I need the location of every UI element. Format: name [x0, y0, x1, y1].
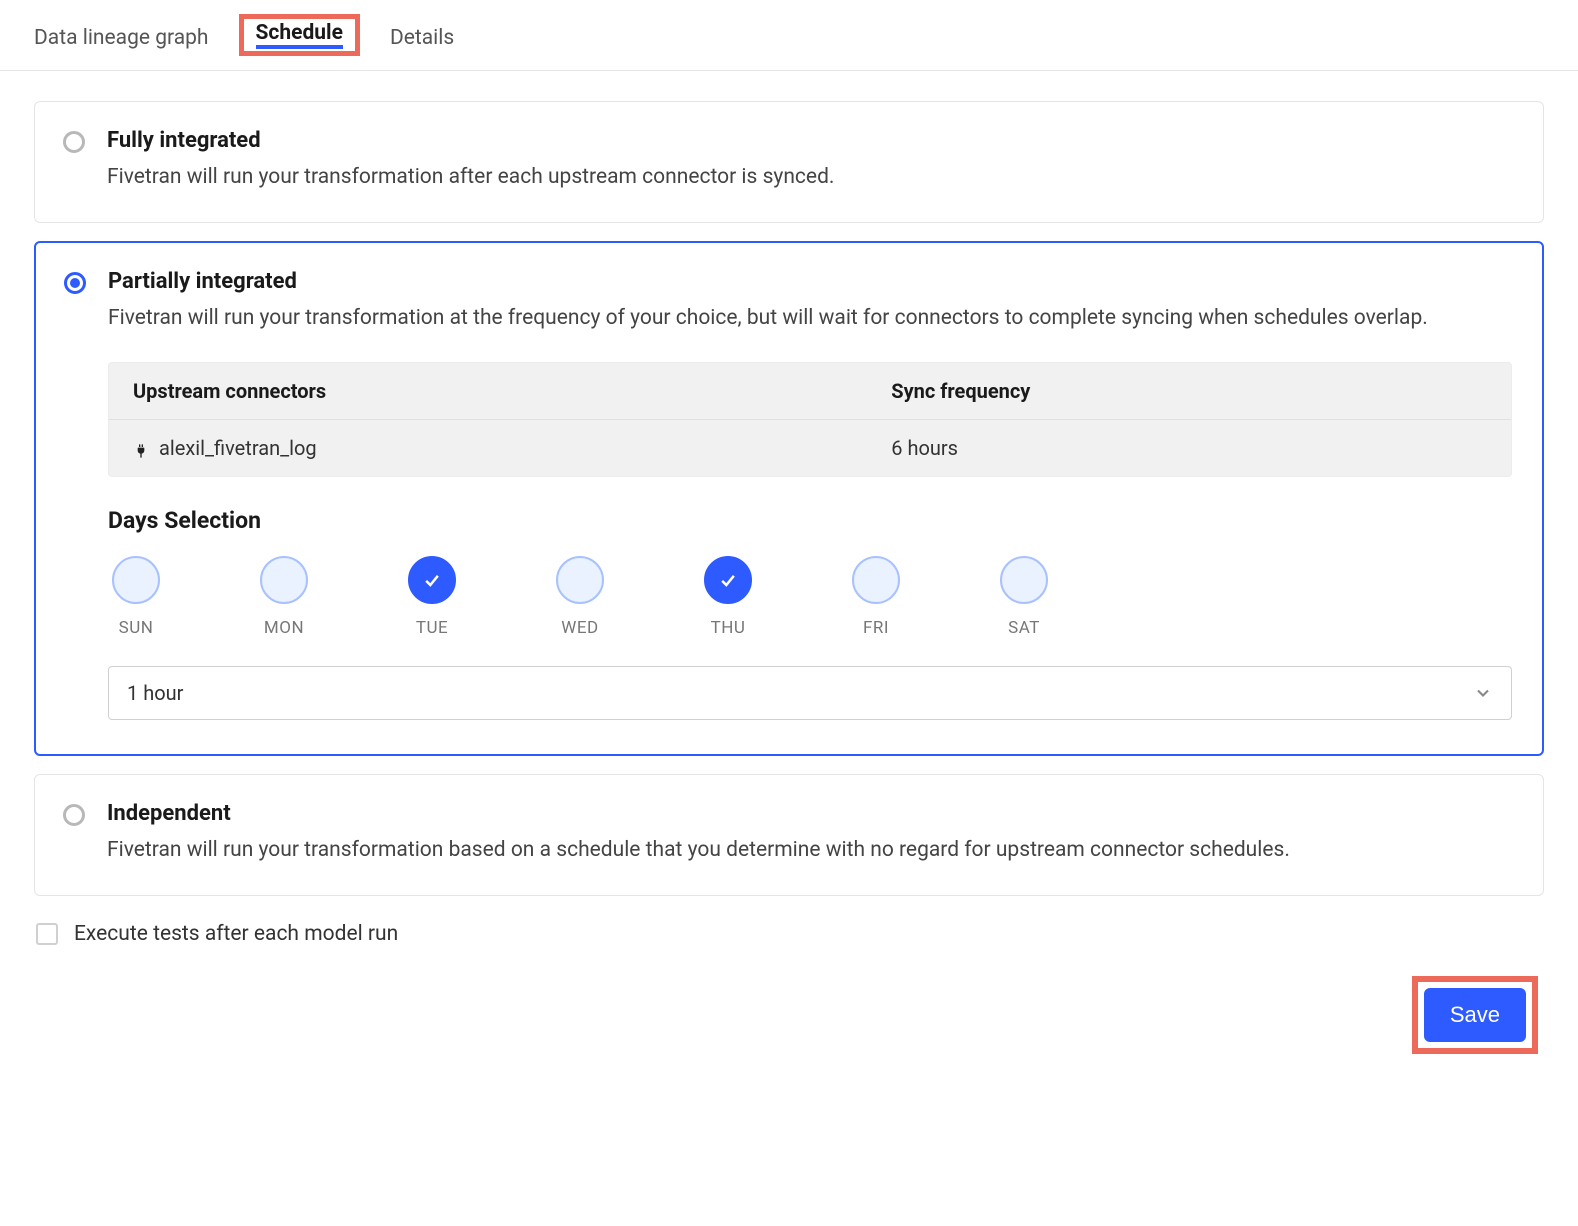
- day-tue-circle[interactable]: [408, 556, 456, 604]
- plug-icon: [133, 440, 149, 456]
- tab-schedule[interactable]: Schedule: [256, 21, 343, 45]
- save-button[interactable]: Save: [1424, 988, 1526, 1042]
- option-fully-desc: Fivetran will run your transformation af…: [107, 161, 1513, 194]
- tab-underline: [256, 45, 343, 49]
- option-independent-desc: Fivetran will run your transformation ba…: [107, 834, 1513, 867]
- frequency-select[interactable]: 1 hour: [108, 666, 1512, 720]
- radio-partially[interactable]: [64, 272, 86, 294]
- day-thu[interactable]: THU: [704, 556, 752, 638]
- connectors-header-freq: Sync frequency: [891, 379, 1487, 403]
- execute-tests-row: Execute tests after each model run: [34, 914, 1544, 976]
- connectors-header-row: Upstream connectors Sync frequency: [109, 363, 1511, 420]
- option-independent[interactable]: Independent Fivetran will run your trans…: [34, 774, 1544, 896]
- chevron-down-icon: [1473, 683, 1493, 703]
- day-mon-circle[interactable]: [260, 556, 308, 604]
- radio-fully[interactable]: [63, 131, 85, 153]
- day-mon[interactable]: MON: [260, 556, 308, 638]
- footer: Save: [34, 976, 1544, 1054]
- option-partially-desc: Fivetran will run your transformation at…: [108, 302, 1512, 335]
- option-fully-body: Fully integrated Fivetran will run your …: [107, 128, 1513, 194]
- radio-independent[interactable]: [63, 804, 85, 826]
- days-row: SUN MON TUE WED: [108, 556, 1512, 638]
- connectors-row: alexil_fivetran_log 6 hours: [109, 420, 1511, 476]
- option-partially-title: Partially integrated: [108, 269, 1512, 294]
- option-independent-body: Independent Fivetran will run your trans…: [107, 801, 1513, 867]
- option-partially-body: Partially integrated Fivetran will run y…: [108, 269, 1512, 727]
- option-partially-integrated[interactable]: Partially integrated Fivetran will run y…: [34, 241, 1544, 757]
- day-tue-label: TUE: [416, 618, 448, 638]
- day-fri-circle[interactable]: [852, 556, 900, 604]
- content-area: Fully integrated Fivetran will run your …: [0, 71, 1578, 1074]
- execute-tests-checkbox[interactable]: [36, 923, 58, 945]
- day-sun[interactable]: SUN: [112, 556, 160, 638]
- option-fully-title: Fully integrated: [107, 128, 1513, 153]
- day-sat-circle[interactable]: [1000, 556, 1048, 604]
- connectors-table: Upstream connectors Sync frequency alexi…: [108, 362, 1512, 477]
- tab-data-lineage[interactable]: Data lineage graph: [34, 22, 209, 70]
- execute-tests-label: Execute tests after each model run: [74, 922, 398, 946]
- tab-details[interactable]: Details: [390, 22, 454, 70]
- highlight-save: Save: [1412, 976, 1538, 1054]
- day-wed-circle[interactable]: [556, 556, 604, 604]
- day-fri[interactable]: FRI: [852, 556, 900, 638]
- option-fully-integrated[interactable]: Fully integrated Fivetran will run your …: [34, 101, 1544, 223]
- day-wed[interactable]: WED: [556, 556, 604, 638]
- day-sat-label: SAT: [1008, 618, 1040, 638]
- check-icon: [718, 570, 738, 590]
- connectors-row-freq: 6 hours: [891, 436, 1487, 460]
- days-heading: Days Selection: [108, 507, 1512, 534]
- tabs-bar: Data lineage graph Schedule Details: [0, 0, 1578, 71]
- day-thu-label: THU: [711, 618, 746, 638]
- connectors-row-name: alexil_fivetran_log: [159, 436, 317, 460]
- connectors-row-name-cell: alexil_fivetran_log: [133, 436, 891, 460]
- day-sat[interactable]: SAT: [1000, 556, 1048, 638]
- day-fri-label: FRI: [863, 618, 889, 638]
- day-tue[interactable]: TUE: [408, 556, 456, 638]
- frequency-value: 1 hour: [127, 681, 183, 705]
- check-icon: [422, 570, 442, 590]
- connectors-header-name: Upstream connectors: [133, 379, 891, 403]
- day-sun-circle[interactable]: [112, 556, 160, 604]
- day-mon-label: MON: [264, 618, 304, 638]
- day-wed-label: WED: [561, 618, 598, 638]
- day-thu-circle[interactable]: [704, 556, 752, 604]
- option-independent-title: Independent: [107, 801, 1513, 826]
- day-sun-label: SUN: [119, 618, 154, 638]
- highlight-tab-schedule: Schedule: [239, 14, 360, 56]
